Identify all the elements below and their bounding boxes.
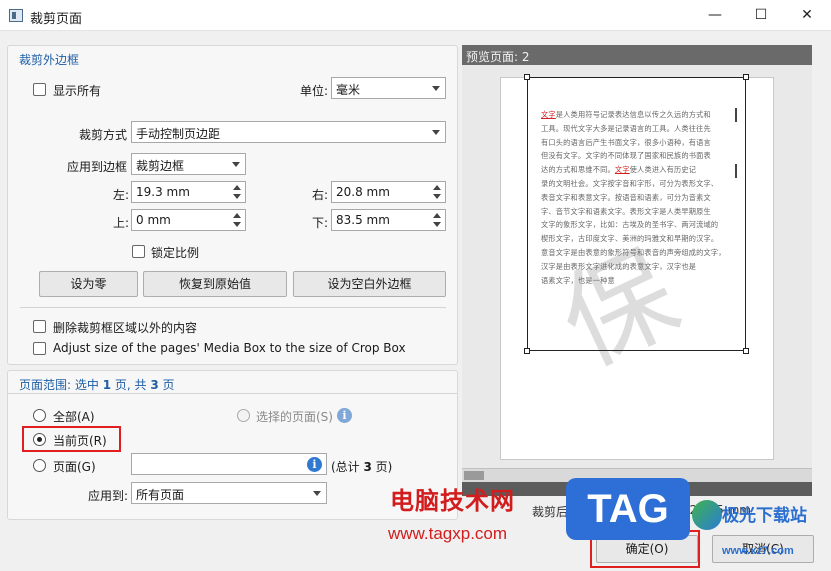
spin-up-icon[interactable]	[233, 185, 241, 190]
preview-title: 预览页面: 2	[466, 50, 530, 64]
apply-to-label: 应用到:	[88, 489, 129, 503]
app-icon	[9, 9, 23, 22]
bottom-margin-value: 83.5 mm	[336, 213, 390, 227]
page-range-title: 页面范围: 选中 1 页, 共 3 页	[19, 376, 175, 393]
window-title: 裁剪页面	[30, 12, 83, 27]
minimize-button[interactable]: —	[692, 0, 738, 31]
apply-to-box-value: 裁剪边框	[136, 159, 185, 173]
spin-up-icon[interactable]	[433, 185, 441, 190]
preview-header: 预览页面: 2	[462, 45, 812, 65]
scrollbar-thumb[interactable]	[464, 471, 484, 480]
unit-select[interactable]: 毫米	[331, 77, 446, 99]
chevron-down-icon	[313, 491, 321, 496]
total-count: 3	[363, 460, 372, 474]
crop-mode-select[interactable]: 手动控制页边距	[131, 121, 446, 143]
divider	[20, 307, 446, 308]
page-range-total-count: 3	[150, 378, 159, 392]
page-range-title-prefix: 页面范围: 选中	[19, 378, 103, 392]
crop-mode-value: 手动控制页边距	[136, 127, 221, 141]
pages-label: 页面(G)	[53, 460, 96, 474]
crop-handle[interactable]	[743, 74, 749, 80]
lock-ratio-checkbox[interactable]	[132, 245, 145, 258]
total-pages-label: (总计 3 页)	[331, 458, 392, 475]
total-suffix: 页)	[371, 460, 393, 474]
all-pages-label: 全部(A)	[53, 410, 95, 424]
site-watermark-name: 电脑技术网	[390, 488, 515, 515]
total-prefix: (总计	[331, 460, 364, 474]
page-range-title-mid: 页, 共	[111, 378, 151, 392]
delete-outside-label: 删除裁剪框区域以外的内容	[53, 321, 198, 335]
top-margin-label: 上:	[113, 216, 130, 230]
spin-down-icon[interactable]	[433, 194, 441, 199]
bottom-margin-label: 下:	[312, 216, 329, 230]
title-bar: 裁剪页面 — ☐ ✕	[0, 0, 831, 31]
selected-pages-label: 选择的页面(S)	[256, 410, 333, 424]
restore-original-button[interactable]: 恢复到原始值	[143, 271, 287, 297]
show-all-label: 显示所有	[53, 84, 102, 98]
spin-down-icon[interactable]	[233, 194, 241, 199]
bottom-margin-spinbox[interactable]: 83.5 mm	[331, 209, 446, 231]
left-margin-label: 左:	[113, 188, 130, 202]
crop-handle[interactable]	[524, 348, 530, 354]
selected-pages-radio[interactable]	[237, 409, 250, 422]
right-margin-label: 右:	[312, 188, 329, 202]
left-margin-value: 19.3 mm	[136, 185, 190, 199]
current-page-radio[interactable]	[33, 433, 46, 446]
spin-down-icon[interactable]	[433, 222, 441, 227]
show-all-checkbox[interactable]	[33, 83, 46, 96]
lock-ratio-label: 锁定比例	[151, 246, 200, 260]
set-whitespace-margins-button[interactable]: 设为空白外边框	[293, 271, 446, 297]
corner-logo-icon	[692, 500, 722, 530]
top-margin-spinbox[interactable]: 0 mm	[131, 209, 246, 231]
info-icon[interactable]: i	[307, 457, 322, 472]
corner-watermark-url: www.xz7.com	[722, 545, 794, 557]
current-page-label: 当前页(R)	[53, 434, 107, 448]
apply-to-select[interactable]: 所有页面	[131, 482, 327, 504]
top-margin-value: 0 mm	[136, 213, 171, 227]
chevron-down-icon	[432, 130, 440, 135]
adjust-media-box-label: Adjust size of the pages' Media Box to t…	[53, 341, 406, 355]
right-margin-value: 20.8 mm	[336, 185, 390, 199]
set-zero-button[interactable]: 设为零	[39, 271, 138, 297]
close-button[interactable]: ✕	[784, 0, 830, 31]
site-watermark-url: www.tagxp.com	[388, 524, 508, 543]
pages-radio[interactable]	[33, 459, 46, 472]
right-margin-spinbox[interactable]: 20.8 mm	[331, 181, 446, 203]
corner-watermark-name: 极光下载站	[722, 506, 807, 525]
crop-handle[interactable]	[743, 348, 749, 354]
crop-rectangle[interactable]	[527, 77, 746, 351]
apply-to-box-select[interactable]: 裁剪边框	[131, 153, 246, 175]
unit-value: 毫米	[336, 83, 361, 97]
maximize-button[interactable]: ☐	[738, 0, 784, 31]
crop-mode-label: 裁剪方式	[79, 128, 128, 142]
crop-margins-title: 裁剪外边框	[19, 53, 80, 67]
spin-down-icon[interactable]	[233, 222, 241, 227]
divider	[8, 393, 457, 394]
apply-to-box-label: 应用到边框	[67, 160, 128, 174]
spin-up-icon[interactable]	[433, 213, 441, 218]
page-range-title-suffix: 页	[158, 378, 175, 392]
unit-label: 单位:	[300, 84, 329, 98]
left-margin-spinbox[interactable]: 19.3 mm	[131, 181, 246, 203]
all-pages-radio[interactable]	[33, 409, 46, 422]
chevron-down-icon	[432, 86, 440, 91]
tag-logo: TAG	[566, 478, 690, 540]
crop-handle[interactable]	[524, 74, 530, 80]
apply-to-value: 所有页面	[136, 488, 185, 502]
spin-up-icon[interactable]	[233, 213, 241, 218]
chevron-down-icon	[232, 162, 240, 167]
page-range-selected-count: 1	[102, 378, 112, 392]
delete-outside-checkbox[interactable]	[33, 320, 46, 333]
pages-input[interactable]	[131, 453, 327, 475]
info-icon[interactable]: i	[337, 408, 352, 423]
adjust-media-box-checkbox[interactable]	[33, 342, 46, 355]
